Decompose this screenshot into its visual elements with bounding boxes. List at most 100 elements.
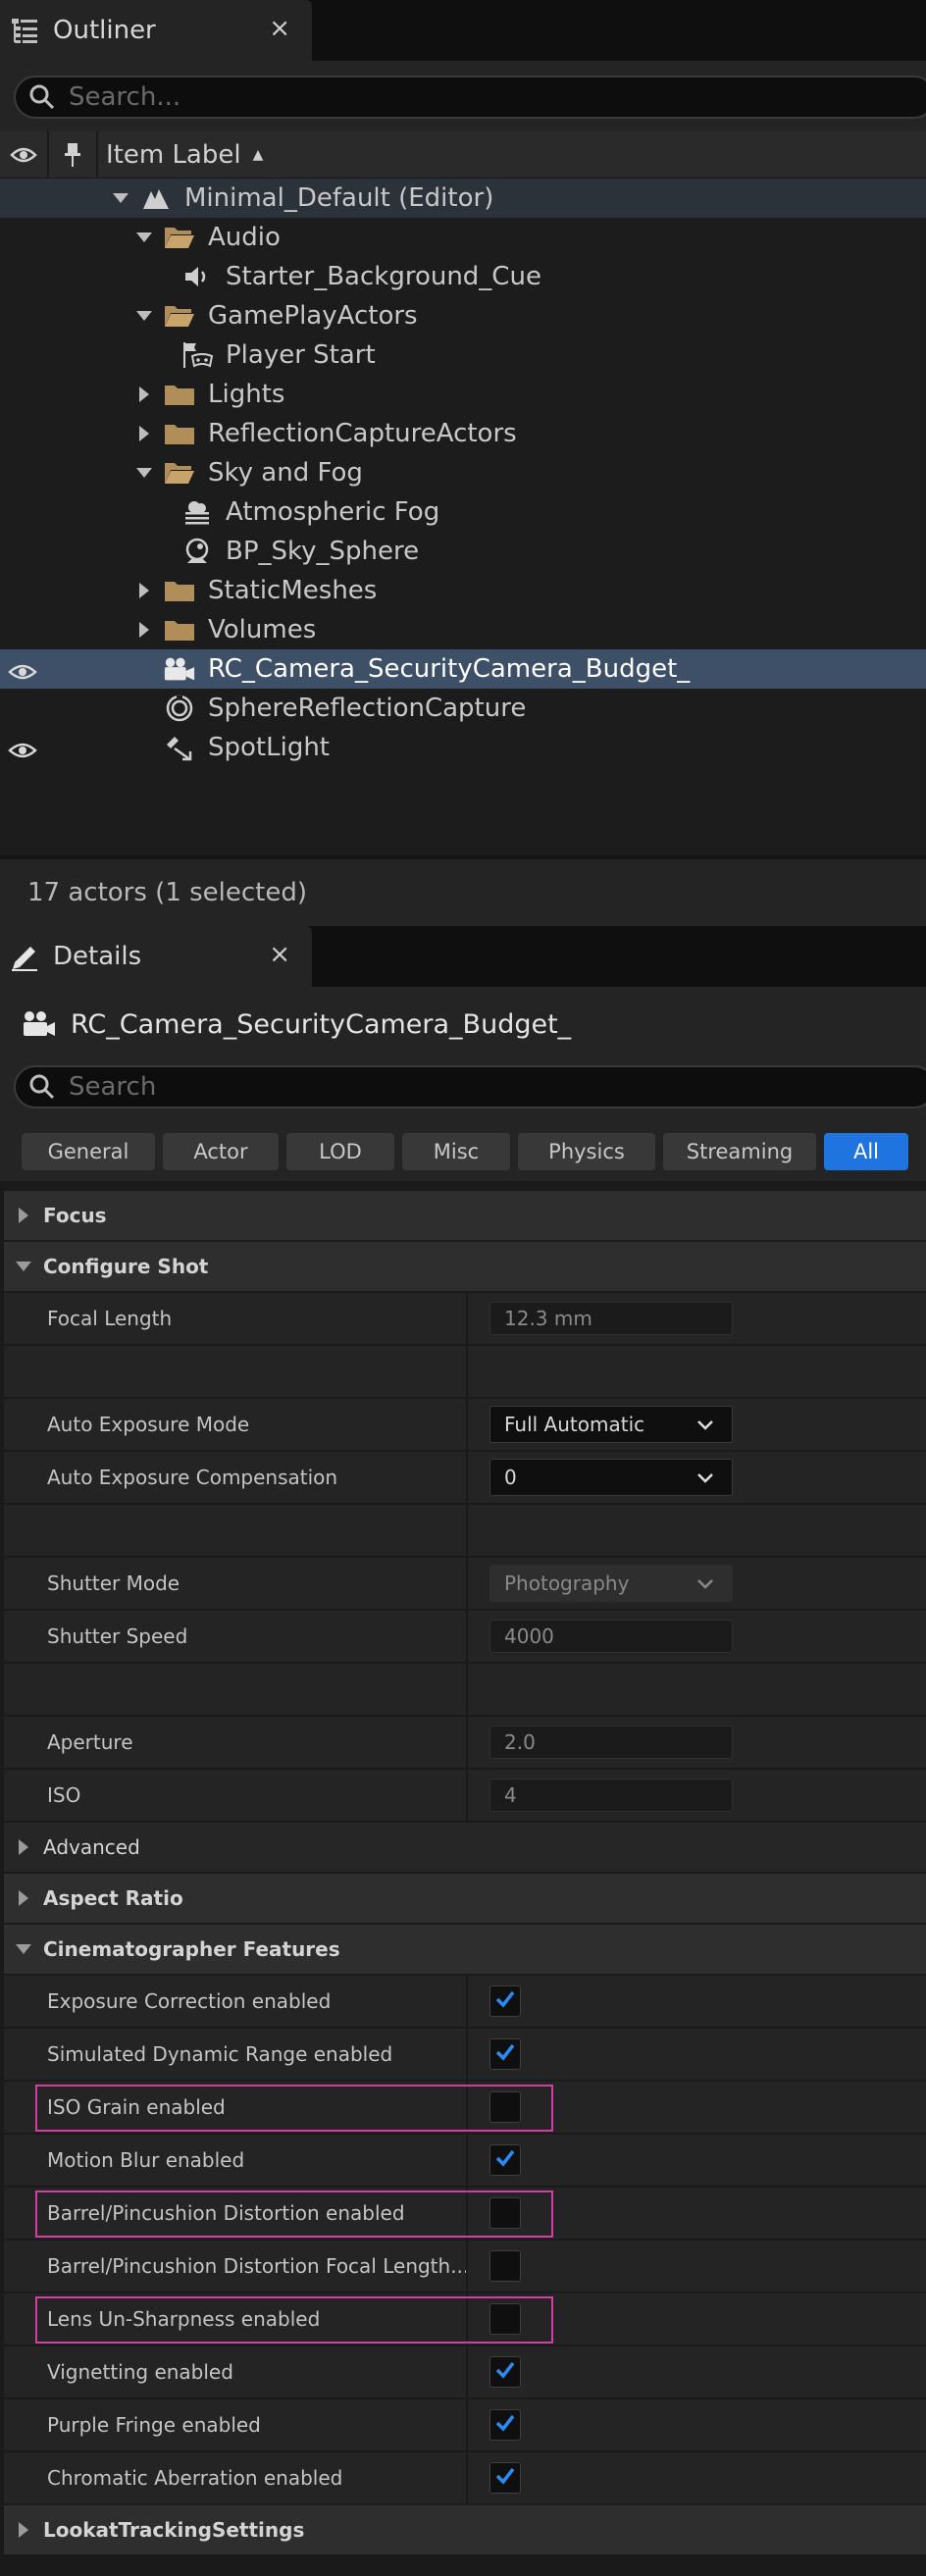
expand-arrow-right-icon[interactable] [4,1822,43,1873]
property-value-cell: 4 [468,1770,733,1821]
category-cinematographer-features[interactable]: Cinematographer Features [4,1925,926,1976]
close-icon[interactable]: × [269,14,290,43]
property-spacer [4,1346,926,1399]
details-tab-bar: Details × [0,926,926,987]
outliner-row[interactable]: Sky and Fog [0,453,926,492]
expand-arrow-right-icon[interactable] [4,1873,43,1924]
outliner-row[interactable]: Minimal_Default (Editor) [0,179,926,218]
outliner-item-label: SphereReflectionCapture [208,694,527,723]
outliner-item-label: Minimal_Default (Editor) [184,183,494,213]
property-row-simulated-dynamic-range-enabled: Simulated Dynamic Range enabled [4,2029,926,2082]
category-label: Advanced [43,1835,140,1859]
expand-arrow-down-icon[interactable] [4,1924,43,1975]
vignetting-enabled-checkbox[interactable] [489,2356,521,2388]
aperture-field[interactable]: 2.0 [489,1726,733,1759]
sky-sphere-icon [180,535,214,568]
property-value-cell [468,2346,521,2397]
expand-arrow-down-icon[interactable] [133,453,155,492]
property-label: Auto Exposure Mode [4,1399,468,1450]
outliner-icon [8,14,41,47]
details-search-input[interactable] [69,1072,853,1102]
category-focus[interactable]: Focus [4,1191,926,1242]
outliner-item-label: Volumes [208,615,317,644]
outliner-row[interactable]: StaticMeshes [0,571,926,610]
expand-arrow-right-icon[interactable] [133,571,155,610]
auto-exposure-mode-dropdown[interactable]: Full Automatic [489,1406,733,1443]
outliner-row[interactable]: Starter_Background_Cue [0,257,926,296]
iso-field[interactable]: 4 [489,1778,733,1812]
property-value-cell: 2.0 [468,1717,733,1768]
sort-ascending-icon[interactable]: ▲ [253,147,264,163]
close-icon[interactable]: × [269,940,290,969]
camera-icon [24,1011,55,1036]
filter-button-actor[interactable]: Actor [163,1133,279,1170]
pin-column-header[interactable] [49,130,98,179]
expand-arrow-right-icon[interactable] [133,610,155,649]
filter-button-all[interactable]: All [824,1133,908,1170]
eye-icon[interactable] [8,738,37,758]
expand-arrow-right-icon[interactable] [4,1190,43,1241]
filter-button-misc[interactable]: Misc [402,1133,510,1170]
shutter-speed-field[interactable]: 4000 [489,1620,733,1653]
outliner-row[interactable]: SphereReflectionCapture [0,689,926,728]
outliner-search-input[interactable] [69,82,853,112]
category-aspect-ratio[interactable]: Aspect Ratio [4,1874,926,1925]
details-search-box[interactable] [14,1065,926,1108]
iso-grain-enabled-checkbox[interactable] [489,2091,521,2123]
barrel-pincushion-distortion-enabled-checkbox[interactable] [489,2197,521,2229]
focal-length-field[interactable]: 12.3 mm [489,1302,733,1335]
outliner-row[interactable]: ReflectionCaptureActors [0,414,926,453]
barrel-pincushion-distortion-focal-length-checkbox[interactable] [489,2250,521,2282]
outliner-row[interactable]: Volumes [0,610,926,649]
outliner-row[interactable]: Lights [0,375,926,414]
outliner-row[interactable]: BP_Sky_Sphere [0,532,926,571]
outliner-row[interactable]: Audio [0,218,926,257]
property-label: Exposure Correction enabled [4,1976,468,2027]
folder-icon [163,378,196,411]
filter-button-lod[interactable]: LOD [286,1133,394,1170]
property-value-cell [468,2082,521,2133]
details-tab[interactable]: Details × [0,926,312,987]
chromatic-aberration-enabled-checkbox[interactable] [489,2462,521,2494]
outliner-row[interactable]: RC_Camera_SecurityCamera_Budget_ [0,649,926,689]
item-label-column-header[interactable]: Item Label [106,140,241,170]
outliner-tab[interactable]: Outliner × [0,0,312,61]
category-lookattrackingsettings[interactable]: LookatTrackingSettings [4,2505,926,2556]
motion-blur-enabled-checkbox[interactable] [489,2144,521,2176]
pencil-icon [8,940,41,973]
outliner-row[interactable]: SpotLight [0,728,926,767]
eye-icon[interactable] [8,659,37,680]
simulated-dynamic-range-enabled-checkbox[interactable] [489,2038,521,2070]
lens-un-sharpness-enabled-checkbox[interactable] [489,2303,521,2335]
outliner-row[interactable]: GamePlayActors [0,296,926,335]
outliner-search-box[interactable] [14,76,926,119]
property-label: Barrel/Pincushion Distortion Focal Lengt… [4,2241,468,2292]
expand-arrow-right-icon[interactable] [133,375,155,414]
property-value-cell [468,2241,521,2292]
exposure-correction-enabled-checkbox[interactable] [489,1985,521,2017]
property-label: Lens Un-Sharpness enabled [4,2293,468,2344]
expand-arrow-right-icon[interactable] [133,414,155,453]
auto-exposure-compensation-dropdown[interactable]: 0 [489,1459,733,1496]
filter-button-physics[interactable]: Physics [518,1133,655,1170]
property-row-barrel-pincushion-distortion-focal-length: Barrel/Pincushion Distortion Focal Lengt… [4,2241,926,2293]
outliner-item-label: GamePlayActors [208,301,418,331]
purple-fringe-enabled-checkbox[interactable] [489,2409,521,2441]
filter-button-streaming[interactable]: Streaming [663,1133,816,1170]
expand-arrow-down-icon[interactable] [133,218,155,257]
property-value-cell: 12.3 mm [468,1293,733,1344]
expand-arrow-down-icon[interactable] [133,296,155,335]
property-value-cell: 0 [468,1452,733,1503]
eye-icon [10,147,37,162]
outliner-item-label: Sky and Fog [208,458,363,488]
shutter-mode-dropdown[interactable]: Photography [489,1565,733,1602]
outliner-row[interactable]: Atmospheric Fog [0,492,926,532]
outliner-row[interactable]: Player Start [0,335,926,375]
expand-arrow-down-icon[interactable] [110,179,131,218]
category-advanced[interactable]: Advanced [4,1823,926,1874]
visibility-column-header[interactable] [0,130,49,179]
expand-arrow-right-icon[interactable] [4,2504,43,2555]
expand-arrow-down-icon[interactable] [4,1241,43,1292]
category-configure-shot[interactable]: Configure Shot [4,1242,926,1293]
filter-button-general[interactable]: General [22,1133,155,1170]
